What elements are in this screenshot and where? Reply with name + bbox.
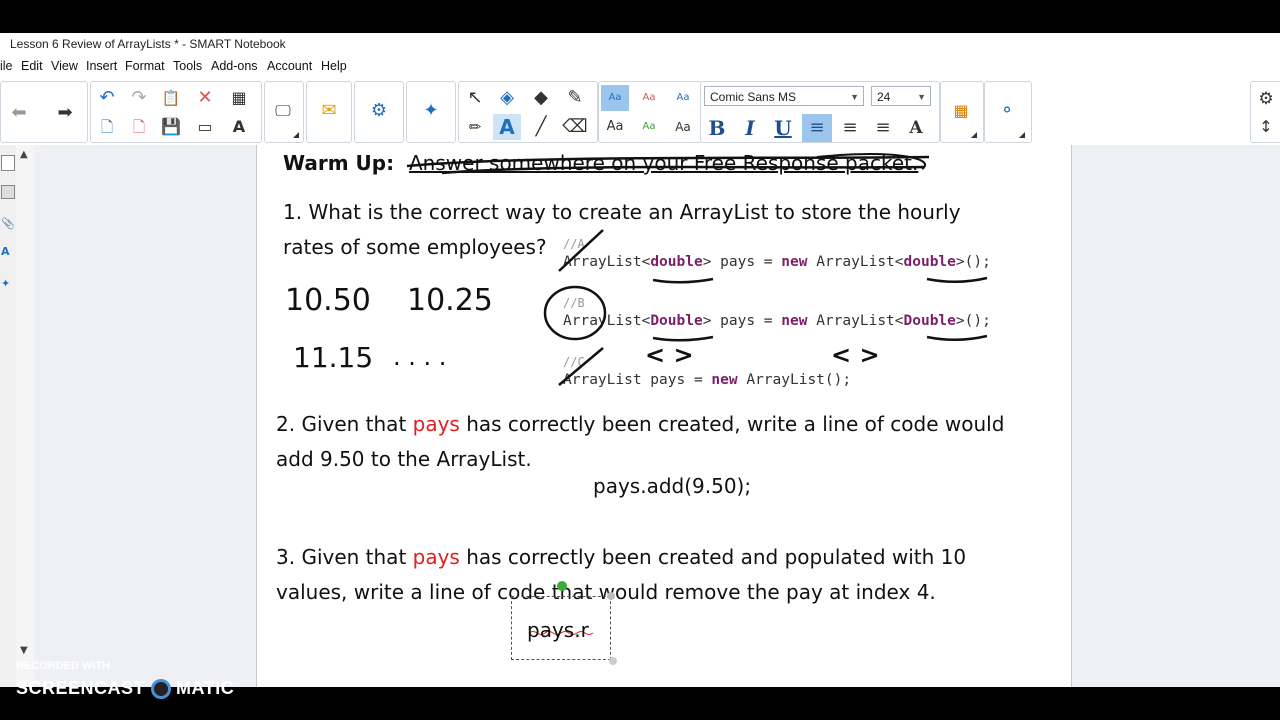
- text-style-5-button[interactable]: Aa: [635, 114, 663, 140]
- screen-shade-icon[interactable]: ▭: [191, 114, 219, 140]
- text-more-icon[interactable]: A: [901, 114, 931, 142]
- text-fit-icon[interactable]: A: [225, 114, 253, 140]
- properties-tab-icon[interactable]: A: [1, 245, 10, 258]
- text-style-2-button[interactable]: Aa: [635, 85, 663, 111]
- eraser-icon[interactable]: ⌫: [561, 114, 589, 140]
- menu-handle[interactable]: [607, 592, 615, 600]
- bold-button[interactable]: B: [702, 114, 732, 142]
- watermark-line-2: SCREENCAST MATIC: [16, 678, 235, 700]
- menu-addons[interactable]: Add-ons: [211, 59, 258, 73]
- redo-icon[interactable]: ↷: [125, 85, 153, 111]
- title-bar: Lesson 6 Review of ArrayLists * - SMART …: [0, 33, 1280, 85]
- magic-pen-icon[interactable]: ✎: [561, 85, 589, 111]
- menu-file[interactable]: ile: [0, 59, 13, 73]
- display-group: 🖵: [264, 81, 304, 143]
- rotate-handle[interactable]: [557, 581, 567, 591]
- chevron-down-icon: ▼: [850, 92, 859, 102]
- side-panel: ▲ ▼: [16, 145, 35, 687]
- color-group: ▦: [940, 81, 984, 143]
- gear-icon[interactable]: ⚙: [1252, 86, 1280, 112]
- delete-page-icon[interactable]: 🗋: [125, 114, 153, 140]
- italic-button[interactable]: I: [735, 114, 765, 142]
- menu-account[interactable]: Account: [267, 59, 312, 73]
- font-size-value: 24: [877, 90, 891, 104]
- scroll-up-icon[interactable]: ▲: [20, 149, 28, 160]
- shapes-icon[interactable]: ◈: [493, 85, 521, 111]
- font-size-select[interactable]: 24 ▼: [871, 86, 931, 106]
- select-pointer-icon[interactable]: ↖: [461, 85, 489, 111]
- tools-group: ↖ ◈ ◆ ✎ ✏ A ╱ ⌫: [458, 81, 598, 143]
- text-style-1-button[interactable]: Aa: [601, 85, 629, 111]
- text-style-group: Aa Aa Aa Aa Aa Aa: [598, 81, 702, 143]
- text-style-3-button[interactable]: Aa: [669, 85, 697, 111]
- ink-annotations: [406, 153, 988, 635]
- addons-tab-icon[interactable]: ✦: [1, 277, 10, 290]
- properties-icon[interactable]: ⚬: [993, 98, 1021, 124]
- notebook-page[interactable]: Warm Up: Answer somewhere on your Free R…: [256, 145, 1072, 687]
- move-toolbar-icon[interactable]: ↕: [1252, 114, 1280, 140]
- properties-group: ⚬: [984, 81, 1032, 143]
- fill-icon[interactable]: ◆: [527, 85, 555, 111]
- scroll-down-icon[interactable]: ▼: [20, 645, 28, 656]
- underline-button[interactable]: U: [768, 114, 798, 142]
- side-tabs: 📎 A ✦: [0, 145, 17, 687]
- toolbar: ⬅ ➡ ↶ ↷ 📋 ✕ ▦ 🗋 🗋 💾 ▭ A 🖵 ✉ ⚙ ✦ ↖ ◈ ◆ ✎ …: [0, 77, 1280, 145]
- font-group: Comic Sans MS ▼ 24 ▼ B I U ≡ ≡ ≡ A: [700, 81, 940, 143]
- screencast-logo-icon: [150, 679, 171, 700]
- text-style-4-button[interactable]: Aa: [601, 114, 629, 140]
- paste-icon[interactable]: 📋: [157, 85, 185, 111]
- align-left-icon[interactable]: ≡: [802, 114, 832, 142]
- save-icon[interactable]: 💾: [157, 114, 185, 140]
- menu-tools[interactable]: Tools: [173, 59, 202, 73]
- edit-group: ↶ ↷ 📋 ✕ ▦ 🗋 🗋 💾 ▭ A: [90, 81, 262, 143]
- menu-help[interactable]: Help: [321, 59, 347, 73]
- activity-group: ✉: [306, 81, 352, 143]
- nav-group: ⬅ ➡: [0, 81, 88, 143]
- lesson-activity-icon[interactable]: ⚙: [365, 98, 393, 124]
- menu-bar: ile Edit View Insert Format Tools Add-on…: [0, 55, 1280, 77]
- attachments-icon[interactable]: 📎: [1, 217, 15, 230]
- back-arrow-icon[interactable]: ⬅: [5, 100, 33, 126]
- align-center-icon[interactable]: ≡: [835, 114, 865, 142]
- puzzle-icon[interactable]: ✦: [417, 98, 445, 124]
- delete-icon[interactable]: ✕: [191, 85, 219, 111]
- menu-format[interactable]: Format: [125, 59, 165, 73]
- resize-handle[interactable]: [609, 657, 617, 665]
- undo-icon[interactable]: ↶: [93, 85, 121, 111]
- answer-3-text[interactable]: pays.r: [527, 618, 589, 642]
- lab-group: ⚙: [354, 81, 404, 143]
- gallery-icon[interactable]: [1, 185, 15, 199]
- add-page-icon[interactable]: 🗋: [93, 114, 121, 140]
- page-sorter-icon[interactable]: [1, 155, 15, 171]
- font-family-select[interactable]: Comic Sans MS ▼: [704, 86, 864, 106]
- response-icon[interactable]: ✉: [315, 98, 343, 124]
- font-family-value: Comic Sans MS: [710, 90, 797, 104]
- text-tool-icon[interactable]: A: [493, 114, 521, 140]
- menu-edit[interactable]: Edit: [21, 59, 43, 73]
- align-right-icon[interactable]: ≡: [868, 114, 898, 142]
- addon-group: ✦: [406, 81, 456, 143]
- window-title: Lesson 6 Review of ArrayLists * - SMART …: [10, 37, 286, 51]
- table-icon[interactable]: ▦: [225, 85, 253, 111]
- menu-insert[interactable]: Insert: [86, 59, 117, 73]
- pen-icon[interactable]: ✏: [461, 114, 489, 140]
- watermark-line-1: RECORDED WITH: [16, 660, 111, 672]
- forward-arrow-icon[interactable]: ➡: [51, 100, 79, 126]
- color-palette-icon[interactable]: ▦: [947, 98, 975, 124]
- display-icon[interactable]: 🖵: [269, 98, 297, 124]
- chevron-down-icon: ▼: [917, 92, 926, 102]
- line-icon[interactable]: ╱: [527, 114, 555, 140]
- text-style-6-button[interactable]: Aa: [669, 114, 697, 140]
- menu-view[interactable]: View: [51, 59, 78, 73]
- settings-group: ⚙ ↕: [1250, 81, 1280, 143]
